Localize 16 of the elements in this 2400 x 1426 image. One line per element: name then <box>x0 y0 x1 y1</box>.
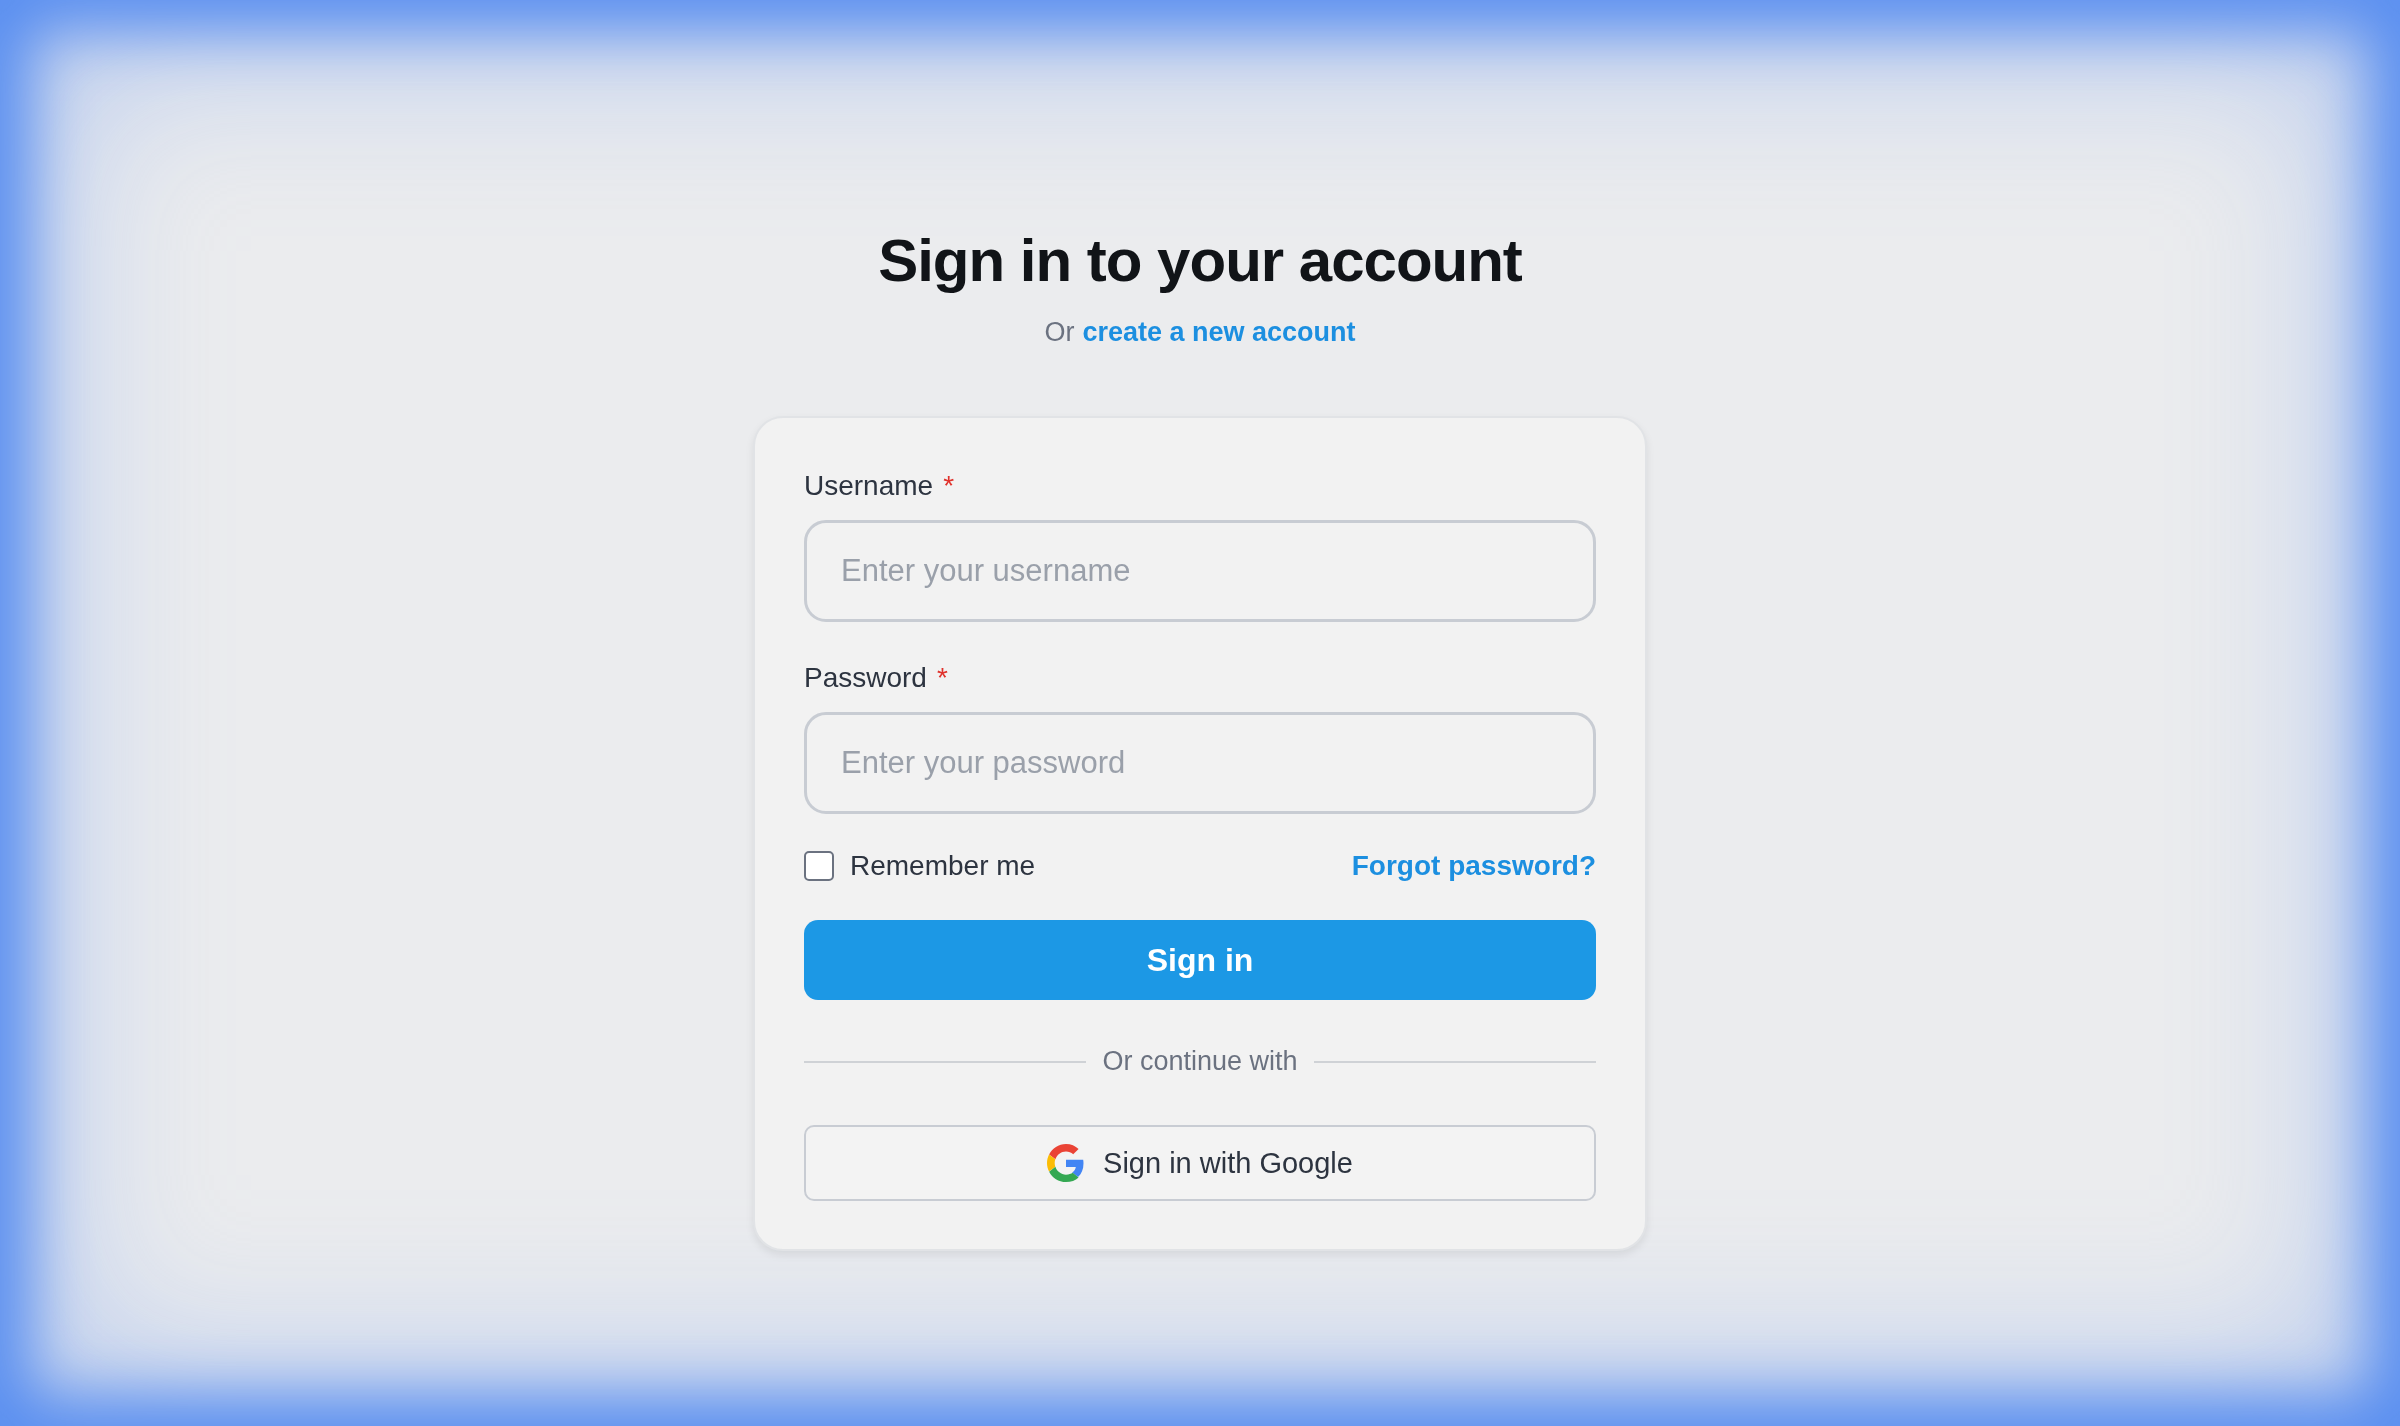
remember-checkbox[interactable] <box>804 851 834 881</box>
required-mark: * <box>936 662 948 694</box>
field-label: Password <box>804 662 927 694</box>
subtitle-text: Or <box>1044 317 1075 348</box>
forgot-password-link[interactable]: Forgot password? <box>1351 850 1596 882</box>
field-label: Username <box>804 470 934 502</box>
input-field[interactable]: Enter your username <box>804 520 1596 622</box>
divider-text: Or continue with <box>1102 1046 1298 1077</box>
input-field[interactable]: Enter your password <box>804 712 1596 814</box>
required-mark: * <box>943 470 955 502</box>
page-title: Sign in to your account <box>878 226 1522 295</box>
create-account-link[interactable]: create a new account <box>1082 317 1356 348</box>
google-sign-in-button[interactable]: Sign in with Google <box>804 1125 1596 1201</box>
g-logo-icon <box>1047 1144 1086 1182</box>
sign-in-button[interactable]: Sign in <box>804 920 1596 1000</box>
checkbox-label: Remember me <box>850 850 1036 882</box>
